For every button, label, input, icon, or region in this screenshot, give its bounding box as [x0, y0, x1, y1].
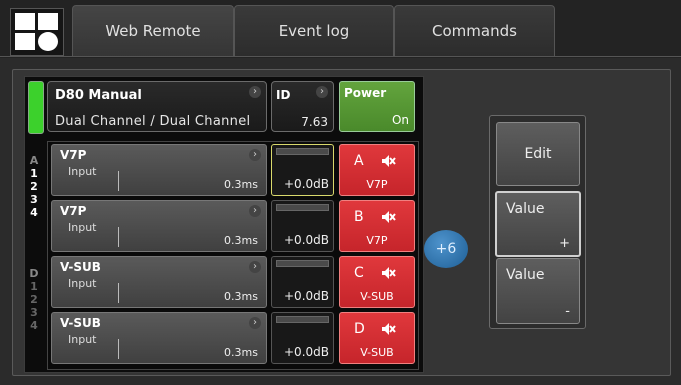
mute-preset: V7P: [366, 234, 388, 247]
delay-value: 0.3ms: [224, 346, 258, 359]
tab-event-log[interactable]: Event log: [234, 5, 394, 57]
channel-group-d: D 1 2 3 4: [29, 267, 39, 332]
level-bar: [118, 283, 119, 303]
step-plus6-button[interactable]: +6: [424, 230, 468, 268]
gain-meter: [276, 204, 329, 211]
input-label: Input: [68, 221, 97, 234]
input-number: 4: [30, 319, 38, 332]
minus-icon: -: [565, 304, 570, 319]
channel-letter: D: [29, 267, 39, 280]
preset-box-a[interactable]: V7P › Input 0.3ms: [51, 144, 267, 196]
top-bar: Web Remote Event log Commands: [0, 0, 681, 58]
gain-meter: [276, 260, 329, 267]
mute-button-a[interactable]: A V7P: [339, 144, 415, 196]
speaker-mute-icon: [380, 321, 396, 341]
tab-commands[interactable]: Commands: [394, 5, 555, 57]
plus-icon: +: [559, 236, 570, 251]
amp-name-box[interactable]: D80 Manual › Dual Channel / Dual Channel: [47, 81, 267, 132]
gain-meter: [276, 316, 329, 323]
mute-letter: D: [354, 321, 365, 337]
mute-letter: A: [354, 153, 364, 169]
input-label: Input: [68, 333, 97, 346]
input-number: 3: [30, 306, 38, 319]
mute-letter: C: [354, 265, 364, 281]
chevron-right-icon: ›: [316, 86, 328, 98]
mute-button-d[interactable]: D V-SUB: [339, 312, 415, 364]
input-number: 2: [30, 180, 38, 193]
delay-value: 0.3ms: [224, 234, 258, 247]
channel-letter: A: [29, 154, 39, 167]
divider: [0, 56, 681, 57]
gain-value: +0.0dB: [284, 177, 329, 191]
channel-group-a: A 1 2 3 4: [29, 154, 39, 219]
input-number: 2: [30, 293, 38, 306]
chevron-right-icon: ›: [249, 149, 261, 161]
gain-box-c[interactable]: +0.0dB: [271, 256, 334, 308]
mute-button-c[interactable]: C V-SUB: [339, 256, 415, 308]
amp-mode: Dual Channel / Dual Channel: [55, 114, 251, 129]
level-bar: [118, 339, 119, 359]
mute-preset: V-SUB: [360, 290, 394, 303]
id-value: 7.63: [301, 115, 328, 129]
logo-icon[interactable]: [10, 8, 64, 56]
gain-value: +0.0dB: [284, 289, 329, 303]
preset-box-b[interactable]: V7P › Input 0.3ms: [51, 200, 267, 252]
gain-box-b[interactable]: +0.0dB: [271, 200, 334, 252]
preset-name: V-SUB: [60, 260, 101, 274]
preset-name: V-SUB: [60, 316, 101, 330]
speaker-mute-icon: [380, 153, 396, 173]
mute-button-b[interactable]: B V7P: [339, 200, 415, 252]
chevron-right-icon: ›: [249, 205, 261, 217]
amp-id-box[interactable]: ID › 7.63: [271, 81, 334, 132]
gain-box-a[interactable]: +0.0dB: [271, 144, 334, 196]
mute-preset: V7P: [366, 178, 388, 191]
preset-box-c[interactable]: V-SUB › Input 0.3ms: [51, 256, 267, 308]
id-label: ID: [276, 88, 291, 102]
tab-web-remote[interactable]: Web Remote: [72, 5, 234, 57]
preset-name: V7P: [60, 148, 87, 162]
value-down-button[interactable]: Value -: [496, 258, 580, 324]
value-down-label: Value: [506, 267, 545, 283]
mute-letter: B: [354, 209, 364, 225]
gain-box-d[interactable]: +0.0dB: [271, 312, 334, 364]
input-number: 3: [30, 193, 38, 206]
chevron-right-icon: ›: [249, 86, 261, 98]
amp-name: D80 Manual: [55, 88, 142, 103]
input-number: 1: [30, 280, 38, 293]
level-bar: [118, 227, 119, 247]
chevron-right-icon: ›: [249, 317, 261, 329]
edit-button[interactable]: Edit: [496, 122, 580, 186]
power-button[interactable]: Power On: [339, 81, 415, 132]
input-number: 1: [30, 167, 38, 180]
chevron-right-icon: ›: [249, 261, 261, 273]
status-indicator: [28, 81, 44, 134]
value-up-label: Value: [506, 201, 545, 217]
speaker-mute-icon: [380, 209, 396, 229]
delay-value: 0.3ms: [224, 290, 258, 303]
gain-meter: [276, 148, 329, 155]
speaker-mute-icon: [380, 265, 396, 285]
delay-value: 0.3ms: [224, 178, 258, 191]
gain-value: +0.0dB: [284, 345, 329, 359]
power-label: Power: [344, 86, 387, 100]
power-value: On: [391, 113, 409, 127]
input-number: 4: [30, 206, 38, 219]
value-up-button[interactable]: Value +: [495, 191, 581, 257]
preset-box-d[interactable]: V-SUB › Input 0.3ms: [51, 312, 267, 364]
gain-value: +0.0dB: [284, 233, 329, 247]
mute-preset: V-SUB: [360, 346, 394, 359]
preset-name: V7P: [60, 204, 87, 218]
level-bar: [118, 171, 119, 191]
input-label: Input: [68, 277, 97, 290]
input-label: Input: [68, 165, 97, 178]
